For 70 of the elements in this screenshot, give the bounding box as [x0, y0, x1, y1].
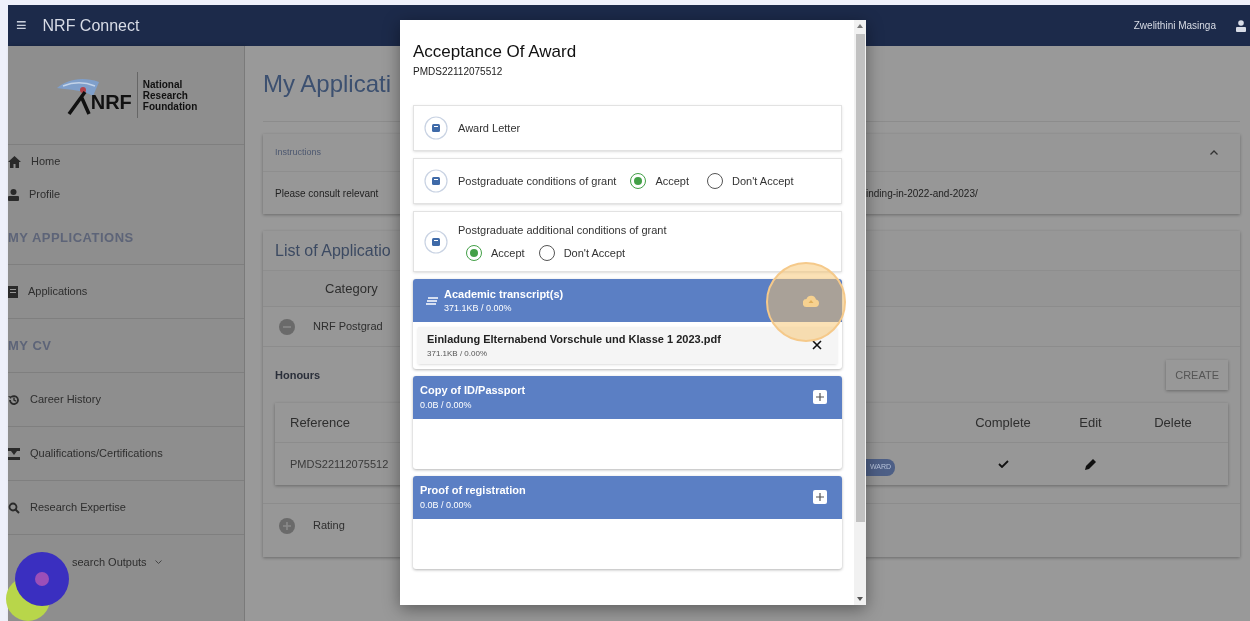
upload-title: Copy of ID/Passport: [420, 383, 527, 398]
upload-size-text: 0.0B / 0.00%: [420, 498, 473, 512]
upload-title: Academic transcript(s): [444, 286, 565, 302]
scrollbar[interactable]: [854, 20, 866, 605]
column-header: Category: [325, 279, 378, 298]
menu-button[interactable]: ≡: [16, 12, 27, 39]
history-icon: [8, 393, 20, 406]
dialog-subtitle: PMDS22112075512: [413, 65, 504, 79]
certificate-icon: [8, 447, 20, 460]
plus-icon: [816, 393, 824, 401]
subgroup-title: Honours: [275, 367, 321, 383]
close-icon[interactable]: [812, 340, 822, 351]
sidebar-item[interactable]: Career History: [8, 373, 244, 427]
logo-mark: NRF: [90, 90, 132, 115]
document-label: Award Letter: [458, 120, 521, 136]
card-title: List of Applicatio: [275, 240, 391, 261]
logo-text: National: [142, 78, 184, 90]
dialog-title: Acceptance Of Award: [413, 42, 578, 62]
group-label: Rating: [313, 518, 345, 534]
group-label: NRF Postgrad: [313, 319, 383, 335]
person-icon[interactable]: [1236, 19, 1246, 32]
add-button[interactable]: [813, 490, 827, 504]
document-label: Postgraduate additional conditions of grant: [458, 223, 667, 238]
instructions-text: inding-in-2022-and-2023/: [866, 186, 978, 201]
pencil-icon[interactable]: [1084, 458, 1097, 470]
document-icon: [424, 229, 448, 254]
column-header: Edit: [1078, 413, 1103, 432]
upload-title: Proof of registration: [420, 483, 527, 498]
logo-text: Research: [142, 89, 189, 101]
collapse-icon[interactable]: [279, 318, 295, 335]
file-name: Einladung Elternabend Vorschule und Klasse 1 2023.pdf: [427, 332, 722, 347]
home-icon: [8, 155, 21, 168]
scroll-up-icon: [857, 24, 863, 28]
radio-label: Accept: [655, 173, 690, 189]
person-icon: [8, 188, 19, 201]
document-icon: [424, 116, 448, 140]
sidebar-item[interactable]: Home: [8, 145, 244, 178]
table-cell-text: PMDS22112075512: [290, 456, 390, 472]
sidebar-item[interactable]: Applications: [8, 265, 244, 319]
chevron-up-icon[interactable]: [1210, 150, 1218, 155]
scroll-down-icon: [857, 597, 863, 601]
radio-label: Don't Accept: [732, 173, 794, 189]
sidebar-item[interactable]: Research Expertise: [8, 481, 244, 535]
upload-size-text: 0.0B / 0.00%: [420, 398, 473, 412]
column-header: Reference: [290, 413, 351, 432]
column-header: Delete: [1153, 413, 1193, 432]
document-label: Postgraduate conditions of grant: [458, 173, 617, 189]
create-button[interactable]: CREATE: [1166, 360, 1228, 390]
card-title: Instructions: [275, 145, 323, 159]
radio-label: Accept: [491, 245, 525, 261]
radio-label: Don't Accept: [563, 245, 626, 261]
plus-icon: [816, 493, 824, 501]
page-title: My Applicati: [263, 68, 392, 99]
search-icon: [8, 501, 20, 514]
app-title: NRF Connect: [42, 15, 140, 36]
user-name: Zwelithini Masinga: [1133, 19, 1216, 33]
sidebar-item[interactable]: Profile: [8, 178, 244, 211]
document-icon: [424, 169, 448, 193]
chevron-down-icon: [154, 559, 162, 565]
instructions-text: Please consult relevant: [275, 186, 380, 201]
add-button[interactable]: [813, 390, 827, 404]
upload-size-text: 371.1KB / 0.00%: [444, 302, 513, 315]
upload-icon[interactable]: [803, 294, 819, 307]
expand-icon[interactable]: [279, 517, 295, 534]
logo-text: Foundation: [142, 100, 198, 112]
sidebar-item[interactable]: search Outputs: [8, 535, 244, 589]
column-header: Complete: [974, 413, 1032, 432]
file-size: 371.1KB / 0.00%: [427, 347, 489, 360]
sidebar-item[interactable]: Qualifications/Certifications: [8, 427, 244, 481]
list-icon: [426, 296, 438, 305]
